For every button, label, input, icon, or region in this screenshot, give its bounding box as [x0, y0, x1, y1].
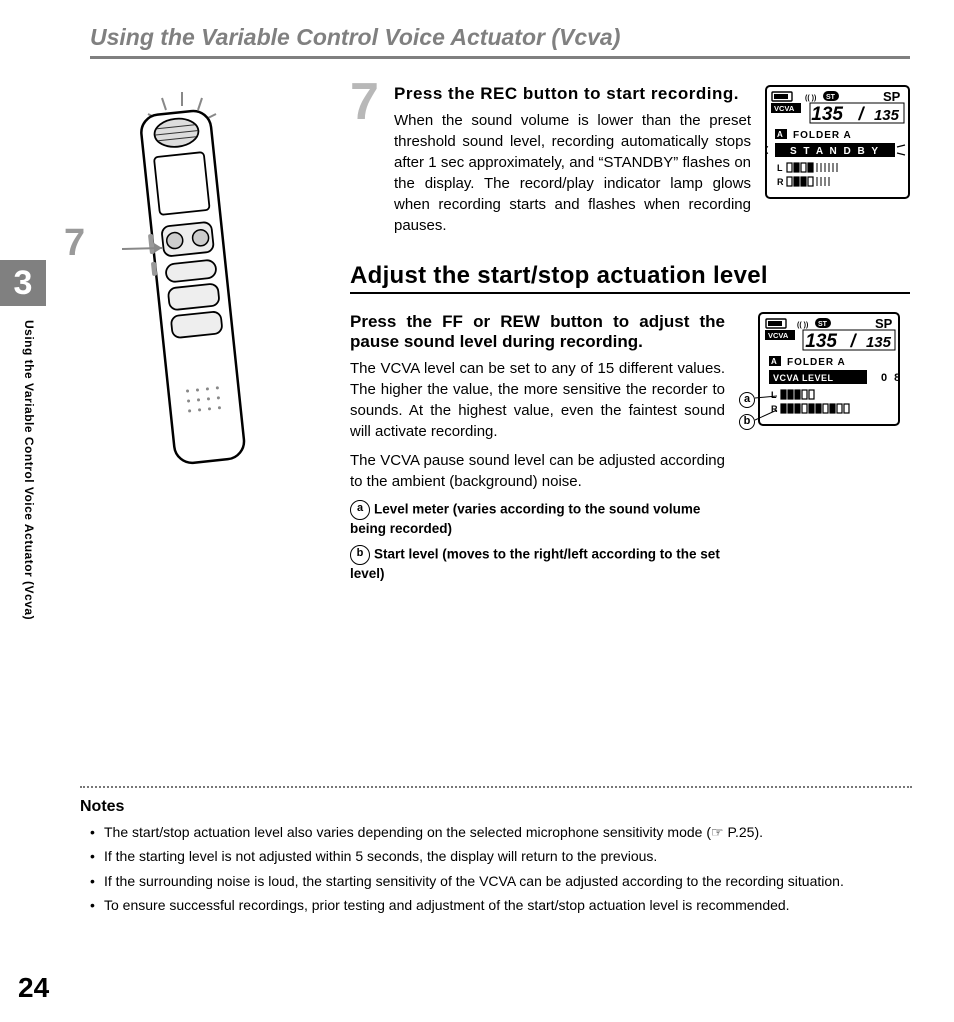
note-item: To ensure successful recordings, prior t… [94, 895, 912, 915]
device-illustration [122, 90, 262, 490]
lcd-screenshot-standby: (( )) ST SP VCVA 135 / 135 A FOLDER A S … [765, 84, 910, 204]
subsection-title: Adjust the start/stop actuation level [350, 262, 910, 290]
adjust-body-1: The VCVA level can be set to any of 15 d… [350, 358, 725, 442]
chapter-tab: 3 [0, 260, 46, 306]
lcd2-callout-a: a [739, 392, 755, 408]
section-title: Using the Variable Control Voice Actuato… [90, 24, 620, 51]
svg-text:135: 135 [874, 107, 900, 124]
svg-text:135: 135 [811, 104, 843, 125]
legend-a-text: Level meter (varies according to the sou… [350, 502, 700, 536]
adjust-heading: Press the FF or REW button to adjust the… [350, 312, 725, 352]
svg-text:(( )): (( )) [805, 95, 816, 102]
legend-b-text: Start level (moves to the right/left acc… [350, 546, 720, 580]
svg-text:SP: SP [875, 316, 893, 331]
svg-text:135: 135 [866, 334, 892, 351]
title-rule [90, 56, 910, 59]
step7-heading: Press the REC button to start recording. [394, 84, 751, 104]
svg-text:ST: ST [826, 94, 836, 101]
step7-head-post: button to start recording. [518, 84, 739, 103]
note-item: If the starting level is not adjusted wi… [94, 846, 912, 866]
svg-text:FOLDER A: FOLDER A [793, 130, 852, 141]
adjust-head-pre: Press the [350, 312, 442, 331]
notes-divider [80, 786, 912, 788]
lcd2-callout-b: b [739, 414, 755, 430]
svg-text:S T A N D B Y: S T A N D B Y [790, 146, 880, 157]
svg-text:VCVA: VCVA [774, 104, 795, 113]
svg-text:VCVA LEVEL: VCVA LEVEL [773, 373, 834, 383]
notes-list: The start/stop actuation level also vari… [80, 822, 912, 915]
svg-text:ST: ST [818, 321, 828, 328]
step-callout-7: 7 [64, 222, 85, 265]
step7-head-pre: Press the [394, 84, 480, 103]
rec-button-label: REC [480, 84, 517, 103]
page-number: 24 [18, 972, 49, 1004]
svg-text:L: L [777, 163, 783, 173]
ff-button-label: FF [442, 312, 463, 331]
legend-b-badge: b [350, 545, 370, 565]
adjust-head-mid: or [463, 312, 500, 331]
svg-text:SP: SP [883, 89, 901, 104]
notes-title: Notes [80, 798, 912, 816]
svg-text:FOLDER A: FOLDER A [787, 357, 846, 368]
rew-button-label: REW [500, 312, 540, 331]
svg-text:A: A [777, 130, 783, 139]
subsection-rule [350, 292, 910, 294]
legend-b: bStart level (moves to the right/left ac… [350, 545, 725, 584]
svg-text:R: R [777, 177, 784, 187]
legend-a-badge: a [350, 500, 370, 520]
note-item: If the surrounding noise is loud, the st… [94, 871, 912, 891]
svg-text:(( )): (( )) [797, 322, 808, 329]
svg-text:VCVA: VCVA [768, 331, 789, 340]
note-item: The start/stop actuation level also vari… [94, 822, 912, 842]
lcd-screenshot-level: (( )) ST SP VCVA 135 / 135 A FOLDER A VC… [741, 312, 901, 436]
notes-section: Notes The start/stop actuation level als… [80, 786, 912, 919]
svg-text:A: A [771, 357, 777, 366]
adjust-body-2: The VCVA pause sound level can be adjust… [350, 450, 725, 492]
svg-text:0 8: 0 8 [881, 372, 901, 384]
svg-text:135: 135 [805, 331, 837, 352]
step-number-7: 7 [350, 82, 380, 236]
legend-a: aLevel meter (varies according to the so… [350, 500, 725, 539]
side-label: Using the Variable Control Voice Actuato… [16, 320, 36, 740]
svg-text:L: L [771, 390, 777, 400]
step7-body: When the sound volume is lower than the … [394, 110, 751, 236]
